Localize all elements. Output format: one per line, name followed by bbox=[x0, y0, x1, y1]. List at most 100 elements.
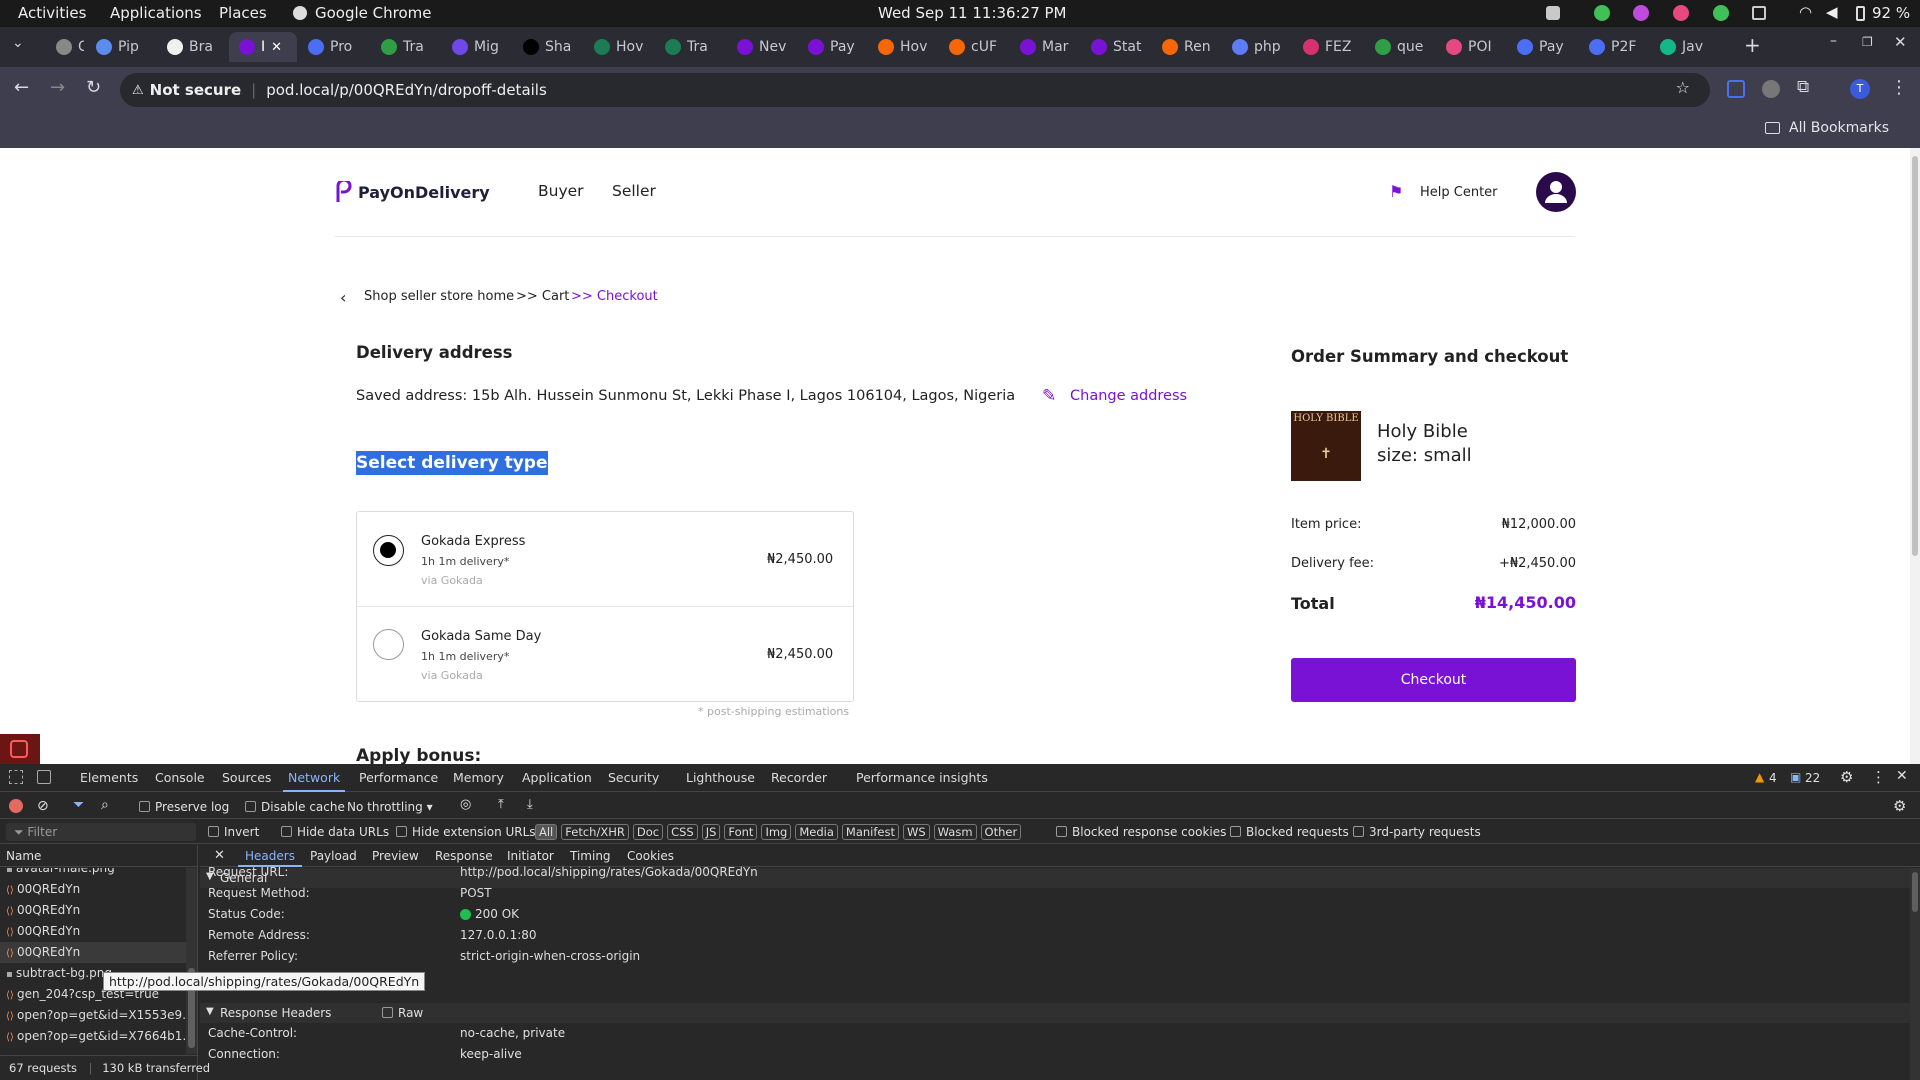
tab-application[interactable]: Application bbox=[522, 770, 592, 785]
browser-tab[interactable]: Mig bbox=[442, 32, 510, 62]
back-chevron-icon[interactable]: ‹ bbox=[340, 288, 346, 307]
message-count[interactable]: 22 bbox=[1805, 771, 1820, 785]
clock[interactable]: Wed Sep 11 11:36:27 PM bbox=[878, 4, 1067, 22]
checkout-button[interactable]: Checkout bbox=[1291, 658, 1576, 702]
header-value[interactable]: strict-origin-when-cross-origin bbox=[460, 949, 640, 963]
warning-count[interactable]: 4 bbox=[1769, 771, 1777, 785]
minimize-button[interactable]: – bbox=[1830, 33, 1837, 49]
search-icon[interactable]: ⌕ bbox=[101, 797, 109, 813]
browser-tab[interactable]: Tra bbox=[655, 32, 723, 62]
details-tab-cookies[interactable]: Cookies bbox=[627, 849, 674, 863]
change-address-link[interactable]: Change address bbox=[1070, 388, 1187, 404]
request-row[interactable]: ⟨⟩ 00QREdYn bbox=[0, 879, 190, 900]
browser-tab[interactable]: Pip bbox=[86, 32, 154, 62]
message-count-icon[interactable]: ▣ bbox=[1790, 770, 1801, 784]
close-details-icon[interactable]: ✕ bbox=[214, 848, 225, 863]
network-settings-icon[interactable]: ⚙ bbox=[1893, 797, 1906, 815]
browser-tab[interactable]: Hov bbox=[584, 32, 652, 62]
breadcrumb-store-home[interactable]: Shop seller store home bbox=[364, 289, 514, 304]
blocked-requests-checkbox[interactable]: Blocked requests bbox=[1230, 825, 1349, 839]
chip-js[interactable]: JS bbox=[701, 824, 721, 840]
chip-manifest[interactable]: Manifest bbox=[841, 824, 899, 840]
chip-ws[interactable]: WS bbox=[902, 824, 930, 840]
breadcrumb-checkout[interactable]: >> Checkout bbox=[571, 289, 658, 304]
preserve-log-checkbox[interactable]: Preserve log bbox=[139, 800, 229, 814]
browser-tab[interactable]: Nev bbox=[727, 32, 795, 62]
browser-tab[interactable]: Hov bbox=[868, 32, 936, 62]
brand-name[interactable]: PayOnDelivery bbox=[358, 183, 490, 202]
browser-tab[interactable]: P2F bbox=[1579, 32, 1647, 62]
clear-icon[interactable]: ⊘ bbox=[37, 798, 49, 814]
places-menu[interactable]: Places bbox=[219, 4, 267, 22]
filter-funnel-icon[interactable]: ⏷ bbox=[73, 797, 84, 813]
browser-tab[interactable]: cUF bbox=[939, 32, 1007, 62]
warning-count-icon[interactable]: ▲ bbox=[1755, 770, 1764, 784]
browser-tab[interactable]: Pro bbox=[298, 32, 366, 62]
wifi-icon[interactable]: ◠ bbox=[1799, 3, 1812, 21]
tab-search-chevron-icon[interactable]: ⌄ bbox=[12, 35, 24, 51]
tab-elements[interactable]: Elements bbox=[80, 770, 138, 785]
browser-tab[interactable]: I ✕ bbox=[229, 32, 297, 62]
pen-edit-icon[interactable]: ✎ bbox=[1042, 386, 1056, 406]
settings-gear-icon[interactable]: ⚙ bbox=[1840, 768, 1853, 786]
profile-avatar[interactable]: T bbox=[1850, 79, 1870, 99]
details-tab-initiator[interactable]: Initiator bbox=[507, 849, 554, 863]
page-scrollbar[interactable] bbox=[1910, 148, 1920, 764]
delivery-option-same-day[interactable]: Gokada Same Day 1h 1m delivery* via Goka… bbox=[357, 607, 853, 702]
breadcrumb-cart[interactable]: >> Cart bbox=[516, 289, 569, 304]
pen-icon[interactable] bbox=[1546, 6, 1560, 20]
header-value[interactable]: 127.0.0.1:80 bbox=[460, 928, 537, 942]
all-bookmarks[interactable]: All Bookmarks bbox=[1789, 120, 1889, 136]
request-row[interactable]: ⟨⟩ open?op=get&id=X1553e9… bbox=[0, 1005, 190, 1026]
extensions-puzzle-icon[interactable]: ⧉ bbox=[1797, 77, 1809, 97]
chip-img[interactable]: Img bbox=[761, 824, 792, 840]
request-row[interactable]: ▪ avatar-male.png bbox=[0, 868, 190, 879]
chip-doc[interactable]: Doc bbox=[632, 824, 664, 840]
blocked-response-cookies-checkbox[interactable]: Blocked response cookies bbox=[1056, 825, 1226, 839]
restore-button[interactable]: ❐ bbox=[1862, 35, 1873, 49]
debugbar-badge[interactable] bbox=[0, 734, 40, 764]
slack-icon[interactable] bbox=[1673, 5, 1689, 21]
tray-app-icon[interactable] bbox=[1633, 5, 1649, 21]
tab-sources[interactable]: Sources bbox=[222, 770, 271, 785]
close-window-button[interactable]: ✕ bbox=[1894, 33, 1907, 51]
bookmark-star-icon[interactable]: ☆ bbox=[1676, 78, 1690, 97]
device-toolbar-icon[interactable] bbox=[37, 770, 51, 784]
hide-extension-urls-checkbox[interactable]: Hide extension URLs bbox=[396, 825, 536, 839]
chip-media[interactable]: Media bbox=[795, 824, 838, 840]
request-row[interactable]: ⟨⟩ 00QREdYn bbox=[0, 942, 190, 963]
browser-tab[interactable]: que bbox=[1365, 32, 1433, 62]
header-value[interactable]: http://pod.local/shipping/rates/Gokada/0… bbox=[460, 865, 758, 879]
response-headers-section[interactable]: ▼ Response Headers Raw bbox=[200, 1003, 1910, 1023]
page-scrollbar-thumb[interactable] bbox=[1912, 156, 1918, 556]
import-har-icon[interactable]: ⤒ bbox=[498, 797, 504, 812]
volume-icon[interactable]: ◀ bbox=[1826, 3, 1838, 21]
forward-icon[interactable]: → bbox=[50, 77, 65, 98]
invert-checkbox[interactable]: Invert bbox=[208, 825, 259, 839]
laravel-icon[interactable] bbox=[10, 740, 28, 758]
chip-all[interactable]: All bbox=[535, 824, 558, 840]
header-value[interactable]: 200 OK bbox=[475, 907, 519, 921]
chip-other[interactable]: Other bbox=[980, 824, 1022, 840]
browser-tab[interactable]: Pay bbox=[1507, 32, 1575, 62]
browser-tab[interactable]: Jav bbox=[1650, 32, 1718, 62]
inspect-element-icon[interactable] bbox=[9, 770, 23, 784]
details-tab-payload[interactable]: Payload bbox=[310, 849, 357, 863]
chip-font[interactable]: Font bbox=[724, 824, 758, 840]
chip-fetch-xhr[interactable]: Fetch/XHR bbox=[561, 824, 629, 840]
warning-icon[interactable]: ⚠ bbox=[132, 83, 144, 98]
details-tab-timing[interactable]: Timing bbox=[570, 849, 611, 863]
browser-tab[interactable]: Mar bbox=[1010, 32, 1078, 62]
help-center-link[interactable]: Help Center bbox=[1420, 185, 1498, 200]
activities-button[interactable]: Activities bbox=[18, 4, 86, 22]
user-avatar-icon[interactable] bbox=[1536, 172, 1576, 212]
request-row[interactable]: ⟨⟩ 00QREdYn bbox=[0, 900, 190, 921]
details-scrollbar[interactable] bbox=[1910, 868, 1920, 1080]
browser-tab[interactable]: FEZ bbox=[1293, 32, 1361, 62]
header-value[interactable]: no-cache, private bbox=[460, 1026, 565, 1040]
third-party-requests-checkbox[interactable]: 3rd-party requests bbox=[1353, 825, 1481, 839]
browser-tab[interactable]: Sha bbox=[513, 32, 581, 62]
general-section-header[interactable]: ▼ General bbox=[200, 868, 1910, 888]
browser-tab[interactable]: Pay bbox=[798, 32, 866, 62]
record-icon[interactable] bbox=[9, 799, 23, 813]
